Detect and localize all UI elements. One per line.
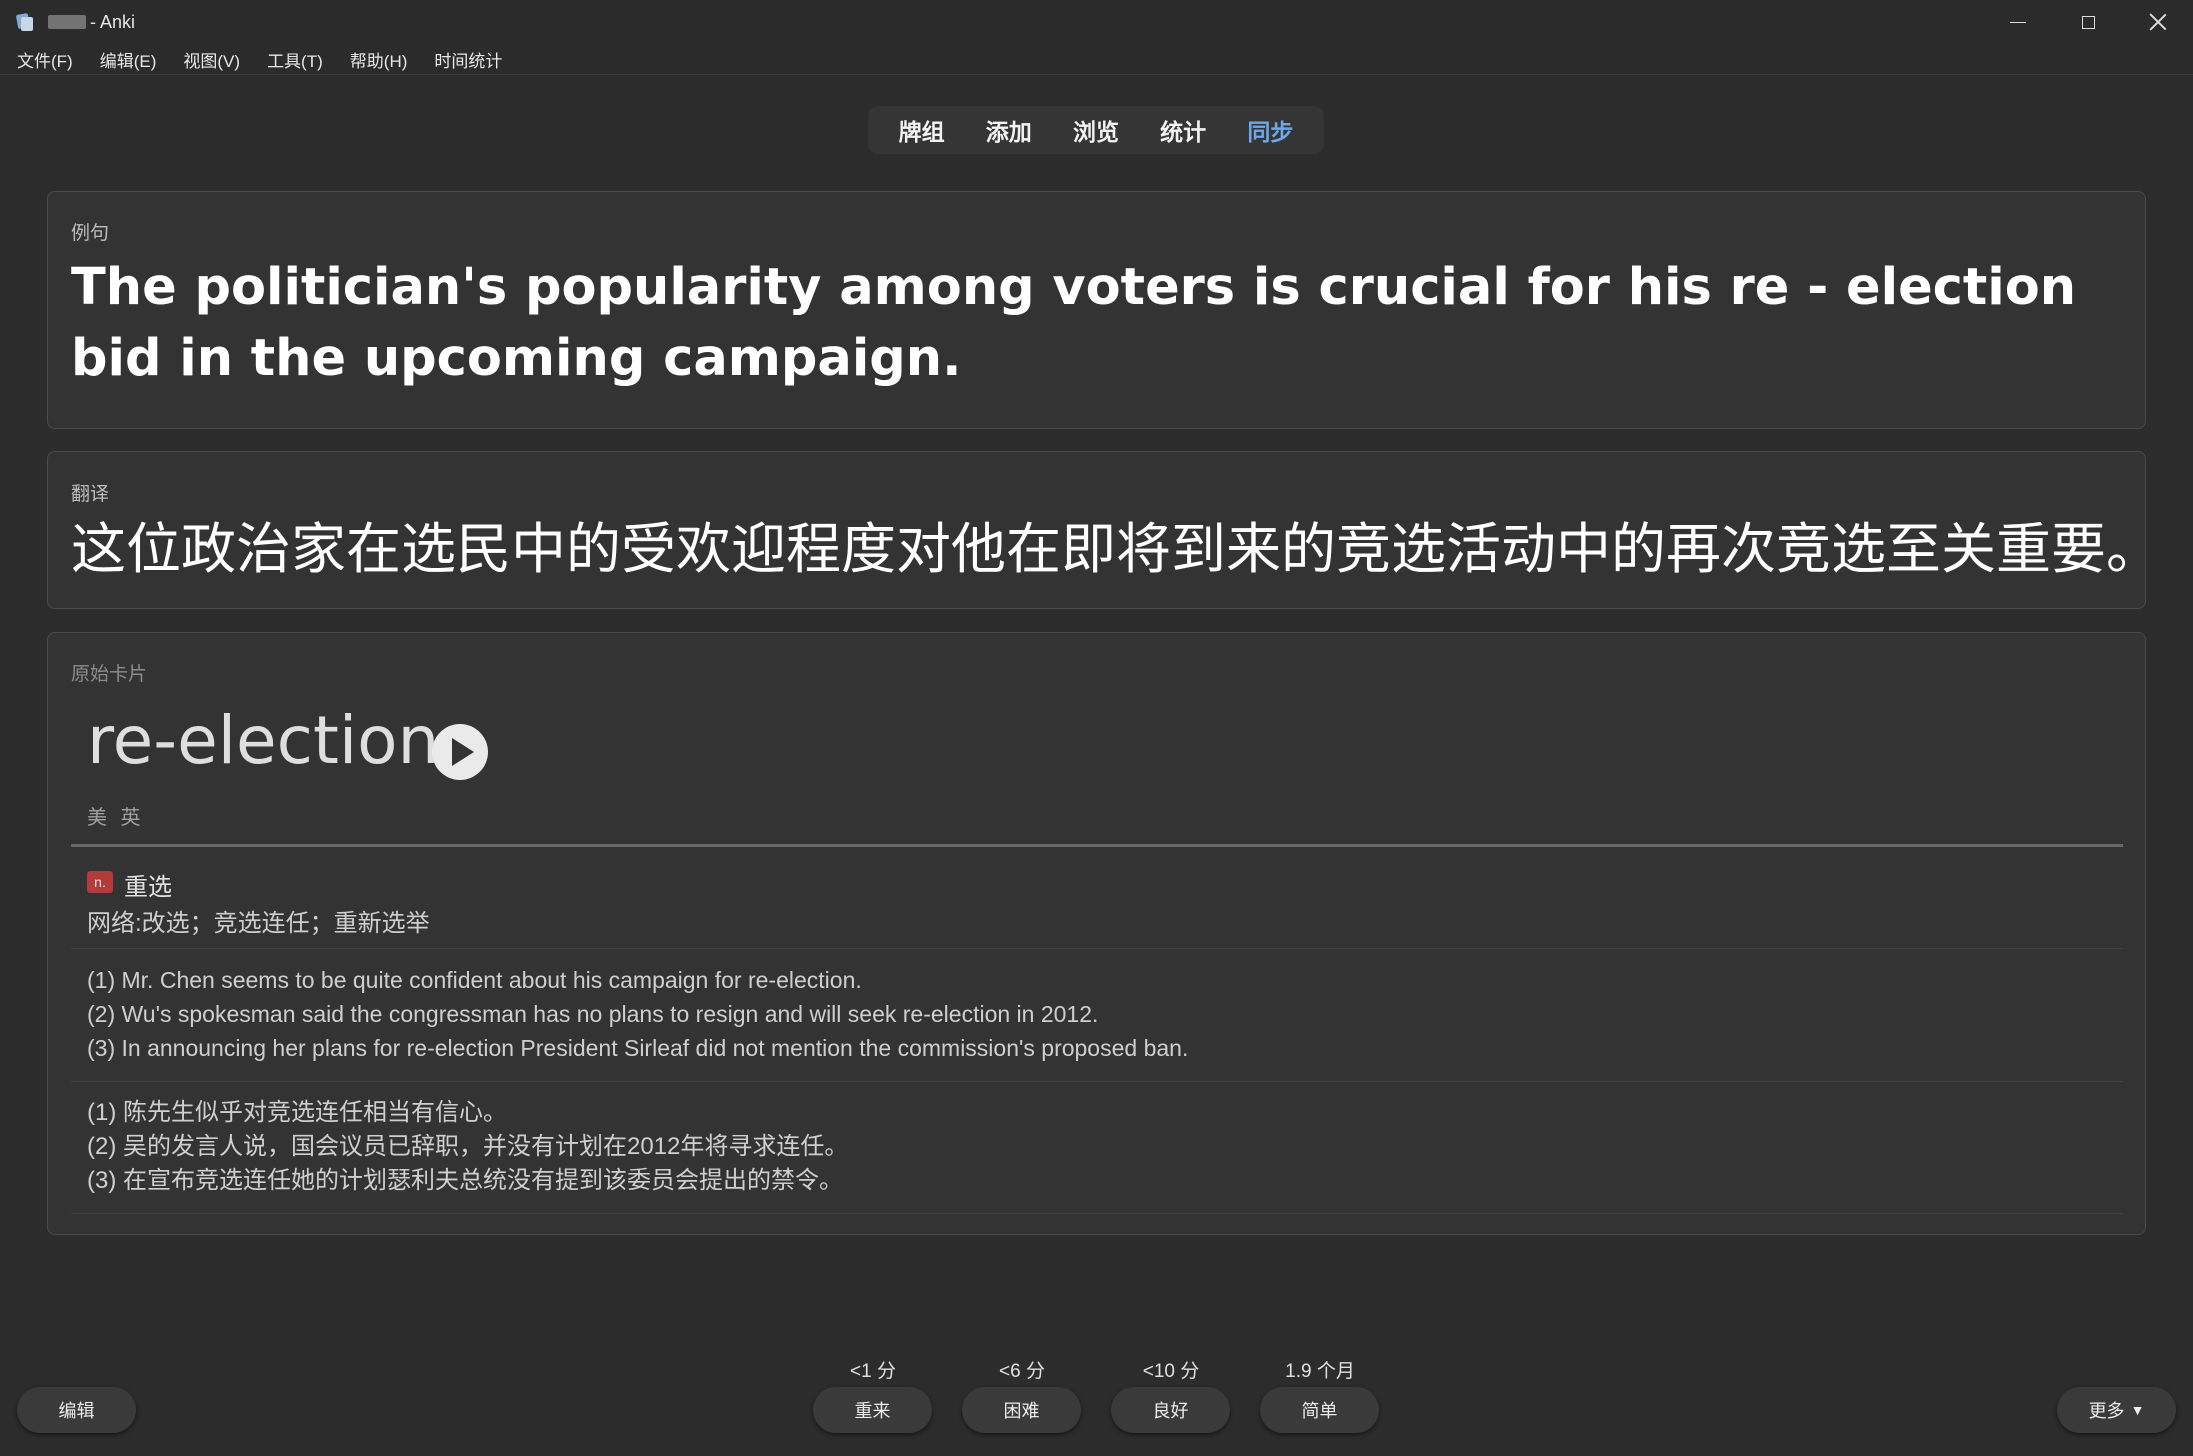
good-button[interactable]: 良好 [1111, 1387, 1230, 1433]
window-controls [1983, 0, 2193, 44]
phonetic-labels: 美 英 [87, 807, 145, 829]
english-example: (3) In announcing her plans for re-elect… [87, 1035, 1189, 1061]
menu-tools[interactable]: 工具(T) [256, 47, 334, 72]
section-divider [71, 844, 2123, 847]
chinese-example: (3) 在宣布竞选连任她的计划瑟利夫总统没有提到该委员会提出的禁令。 [87, 1167, 843, 1194]
english-example: (1) Mr. Chen seems to be quite confident… [87, 967, 862, 993]
menu-view[interactable]: 视图(V) [172, 47, 251, 72]
top-navigation: 牌组 添加 浏览 统计 同步 [868, 106, 1324, 154]
divider-examples [71, 948, 2123, 949]
sentence-label: 例句 [71, 223, 110, 244]
nav-browse[interactable]: 浏览 [1073, 113, 1119, 147]
chinese-examples: (1) 陈先生似乎对竞选连任相当有信心。 (2) 吴的发言人说，国会议员已辞职，… [87, 1096, 848, 1198]
hard-interval: <6 分 [999, 1361, 1045, 1382]
more-label: 更多 [2088, 1401, 2125, 1421]
nav-decks[interactable]: 牌组 [899, 113, 945, 147]
nav-stats[interactable]: 统计 [1160, 113, 1206, 147]
minimize-button[interactable] [1983, 0, 2053, 44]
original-card-label: 原始卡片 [71, 664, 148, 685]
menu-edit[interactable]: 编辑(E) [89, 47, 168, 72]
translation-section: 翻译 这位政治家在选民中的受欢迎程度对他在即将到来的竞选活动中的再次竞选至关重要… [47, 451, 2162, 609]
menu-time-stats[interactable]: 时间统计 [423, 47, 513, 72]
good-interval: <10 分 [1142, 1361, 1200, 1382]
maximize-button[interactable] [2053, 0, 2123, 44]
maximize-icon [2081, 15, 2095, 29]
translation-label: 翻译 [71, 484, 110, 505]
easy-button[interactable]: 简单 [1260, 1387, 1379, 1433]
again-interval: <1 分 [850, 1361, 896, 1382]
play-icon [452, 738, 474, 766]
more-button[interactable]: 更多 ▼ [2057, 1387, 2176, 1433]
edit-button[interactable]: 编辑 [17, 1387, 136, 1433]
window-title: - Anki [90, 11, 136, 32]
net-definition: 网络:改选；竞选连任；重新选举 [87, 910, 430, 937]
title-bar: - Anki [0, 0, 2193, 44]
nav-add[interactable]: 添加 [986, 113, 1032, 147]
again-button[interactable]: 重来 [813, 1387, 932, 1433]
play-audio-button[interactable] [432, 724, 488, 780]
nav-sync[interactable]: 同步 [1247, 113, 1293, 147]
part-of-speech-badge: n. [87, 871, 113, 893]
original-card-section: 原始卡片 re-election 美 英 n. 重选 网络:改选；竞选连任；重新… [47, 632, 2146, 1235]
menu-help[interactable]: 帮助(H) [339, 47, 419, 72]
menu-file[interactable]: 文件(F) [6, 47, 84, 72]
close-icon [2149, 13, 2167, 31]
divider-translations [71, 1081, 2123, 1082]
easy-interval: 1.9 个月 [1285, 1361, 1355, 1382]
sentence-section: 例句 The politician's popularity among vot… [47, 191, 2146, 429]
divider-bottom [71, 1213, 2123, 1214]
menu-bar: 文件(F) 编辑(E) 视图(V) 工具(T) 帮助(H) 时间统计 [0, 44, 2193, 75]
example-sentence: The politician's popularity among voters… [71, 258, 2077, 388]
anki-app-icon [15, 12, 34, 32]
chinese-example: (2) 吴的发言人说，国会议员已辞职，并没有计划在2012年将寻求连任。 [87, 1133, 849, 1160]
hard-button[interactable]: 困难 [962, 1387, 1081, 1433]
english-example: (2) Wu's spokesman said the congressman … [87, 1001, 1099, 1027]
translation-text: 这位政治家在选民中的受欢迎程度对他在即将到来的竞选活动中的再次竞选至关重要。 [71, 518, 2162, 580]
close-button[interactable] [2123, 0, 2193, 44]
caret-down-icon: ▼ [2130, 1402, 2145, 1418]
headword: re-election [87, 702, 440, 779]
minimize-icon [2010, 21, 2026, 23]
english-examples: (1) Mr. Chen seems to be quite confident… [87, 963, 1188, 1065]
chinese-example: (1) 陈先生似乎对竞选连任相当有信心。 [87, 1099, 507, 1126]
definition: 重选 [124, 874, 172, 901]
blurred-profile-name [48, 15, 86, 29]
